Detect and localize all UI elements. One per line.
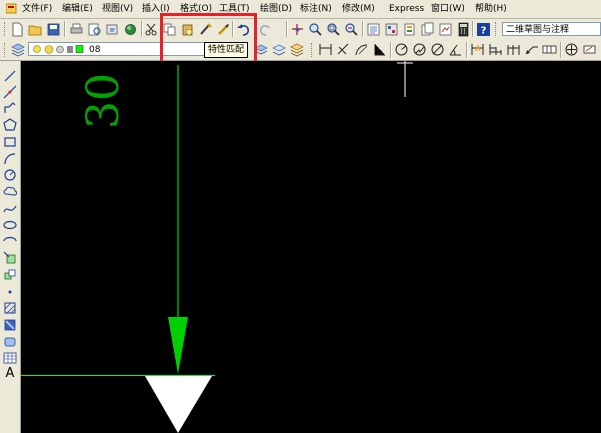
multiline-text-tool[interactable]: A (3, 367, 17, 381)
polygon-icon[interactable] (3, 118, 17, 132)
diameter-dimension-icon[interactable] (430, 42, 445, 57)
zoom-previous-icon[interactable] (344, 22, 359, 37)
layers-toolbar: 08 ▼ (0, 40, 601, 61)
linear-dimension-icon[interactable] (318, 42, 333, 57)
copy-icon[interactable] (162, 22, 177, 37)
menu-tools[interactable]: 工具(T) (219, 3, 250, 15)
menu-view[interactable]: 视图(V) (102, 3, 133, 15)
layer-manager-icon[interactable] (10, 42, 25, 57)
menu-modify[interactable]: 修改(M) (342, 3, 375, 15)
match-properties-icon[interactable] (198, 22, 213, 37)
svg-text:?: ? (481, 26, 487, 37)
region-icon[interactable] (3, 335, 17, 349)
spline-icon[interactable] (3, 202, 17, 216)
menu-help[interactable]: 帮助(H) (475, 3, 507, 15)
tolerance-icon[interactable] (542, 42, 557, 57)
handwritten-text: 30 (78, 73, 129, 129)
save-icon[interactable] (46, 22, 61, 37)
elevation-marker-triangle (145, 376, 212, 433)
table-icon[interactable] (3, 351, 17, 365)
jogged-dimension-icon[interactable] (412, 42, 427, 57)
menu-insert[interactable]: 插入(I) (142, 3, 170, 15)
zoom-window-icon[interactable] (326, 22, 341, 37)
menu-express[interactable]: Express (389, 3, 424, 15)
menu-format[interactable]: 格式(O) (180, 3, 212, 15)
line-icon[interactable] (3, 69, 17, 83)
hatch-icon[interactable] (3, 301, 17, 315)
arc-length-icon[interactable] (354, 42, 369, 57)
center-mark-icon[interactable] (564, 42, 579, 57)
workspace-dropdown[interactable]: 二维草图与注释 (502, 22, 601, 36)
current-layer-name: 08 (89, 45, 101, 55)
help-icon[interactable]: ? (476, 22, 491, 37)
standard-toolbar: ? 二维草图与注释 (0, 19, 601, 41)
menu-bar: 文件(F) 编辑(E) 视图(V) 插入(I) 格式(O) 工具(T) 绘图(D… (0, 0, 601, 19)
ellipse-arc-icon[interactable] (3, 234, 17, 248)
handwritten-annotation-30: 30 (78, 73, 129, 129)
continue-dimension-icon[interactable] (506, 42, 521, 57)
open-icon[interactable] (28, 22, 43, 37)
ordinate-dimension-icon[interactable] (372, 42, 387, 57)
make-object-layer-current-icon[interactable] (253, 42, 268, 57)
publish-icon[interactable] (105, 22, 120, 37)
toolbar-grip[interactable] (4, 22, 7, 36)
gradient-icon[interactable] (3, 318, 17, 332)
make-block-icon[interactable] (3, 268, 17, 282)
insert-block-icon[interactable] (3, 251, 17, 265)
properties-icon[interactable] (366, 22, 381, 37)
angular-dimension-icon[interactable] (448, 42, 463, 57)
new-icon[interactable] (10, 22, 25, 37)
pan-icon[interactable] (290, 22, 305, 37)
3d-dwf-icon[interactable] (123, 22, 138, 37)
redo-icon[interactable] (258, 22, 273, 37)
sheet-set-icon[interactable] (420, 22, 435, 37)
rectangle-icon[interactable] (3, 135, 17, 149)
tool-palettes-icon[interactable] (402, 22, 417, 37)
arc-icon[interactable] (3, 152, 17, 166)
plot-preview-icon[interactable] (87, 22, 102, 37)
calculator-icon[interactable] (456, 22, 471, 37)
design-center-icon[interactable] (384, 22, 399, 37)
draw-toolbar: A (0, 61, 21, 433)
layer-previous-icon[interactable] (271, 42, 286, 57)
cut-icon[interactable] (144, 22, 159, 37)
aligned-dimension-icon[interactable] (336, 42, 351, 57)
green-arrowhead (168, 317, 188, 374)
app-icon[interactable] (6, 3, 17, 14)
drawing-canvas[interactable]: 30 (21, 61, 601, 433)
block-editor-icon[interactable] (216, 22, 231, 37)
ellipse-icon[interactable] (3, 218, 17, 232)
construction-line-icon[interactable] (3, 85, 17, 99)
print-icon[interactable] (69, 22, 84, 37)
menu-window[interactable]: 窗口(W) (431, 3, 465, 15)
match-properties-tooltip: 特性匹配 (204, 42, 249, 58)
polyline-icon[interactable] (3, 101, 17, 115)
menu-draw[interactable]: 绘图(D) (260, 3, 292, 15)
layer-states-icon[interactable] (289, 42, 304, 57)
radius-dimension-icon[interactable] (394, 42, 409, 57)
dimension-edit-icon[interactable] (582, 42, 597, 57)
paste-icon[interactable] (180, 22, 195, 37)
point-icon[interactable] (3, 285, 17, 299)
circle-icon[interactable] (3, 168, 17, 182)
undo-icon[interactable] (236, 22, 251, 37)
menu-dimension[interactable]: 标注(N) (300, 3, 332, 15)
revision-cloud-icon[interactable] (3, 185, 17, 199)
workspace-label: 二维草图与注释 (506, 25, 570, 35)
zoom-realtime-icon[interactable] (308, 22, 323, 37)
quick-leader-icon[interactable] (524, 42, 539, 57)
quick-dimension-icon[interactable] (470, 42, 485, 57)
menu-file[interactable]: 文件(F) (22, 3, 52, 15)
canvas-drawing: 30 (21, 61, 413, 433)
baseline-dimension-icon[interactable] (488, 42, 503, 57)
markup-icon[interactable] (438, 22, 453, 37)
menu-edit[interactable]: 编辑(E) (62, 3, 93, 15)
